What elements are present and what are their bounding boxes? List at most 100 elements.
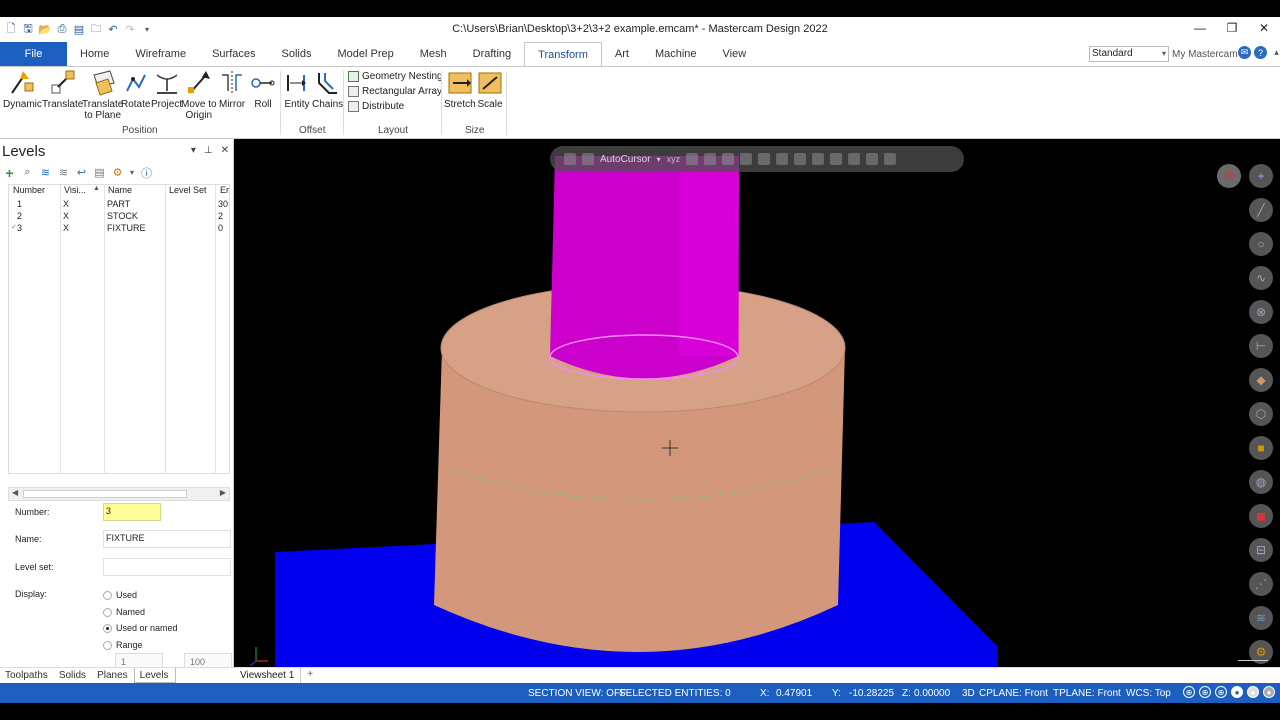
column-header-visible[interactable]: Visi... bbox=[64, 185, 86, 195]
circle-icon[interactable]: ○ bbox=[1249, 232, 1273, 256]
select-solid-icon[interactable] bbox=[740, 153, 753, 165]
select-pointer-icon[interactable] bbox=[686, 153, 699, 165]
point-icon[interactable]: ⊗ bbox=[1249, 300, 1273, 324]
add-viewsheet-button[interactable]: + bbox=[301, 668, 319, 683]
table-horizontal-scrollbar[interactable]: ◀ ▶ bbox=[8, 487, 230, 501]
chevron-down-icon[interactable]: ▾ bbox=[657, 155, 661, 164]
scroll-right-icon[interactable]: ▶ bbox=[220, 488, 226, 497]
tab-solids[interactable]: Solids bbox=[54, 668, 92, 683]
geometry-nesting-button[interactable]: Geometry Nesting bbox=[348, 71, 443, 82]
roll-button[interactable]: Roll bbox=[250, 69, 276, 110]
add-level-icon[interactable]: + bbox=[3, 165, 16, 181]
column-header-level-set[interactable]: Level Set bbox=[169, 185, 207, 195]
distribute-button[interactable]: Distribute bbox=[348, 101, 404, 112]
dimension-icon[interactable]: ⊢ bbox=[1249, 334, 1273, 358]
tab-levels[interactable]: Levels bbox=[133, 668, 176, 683]
unselect-icon[interactable] bbox=[866, 153, 879, 165]
tab-surfaces[interactable]: Surfaces bbox=[199, 42, 268, 66]
surface-icon[interactable]: ◆ bbox=[1249, 368, 1273, 392]
column-header-number[interactable]: Number bbox=[13, 185, 45, 195]
tab-model-prep[interactable]: Model Prep bbox=[324, 42, 406, 66]
pin-icon[interactable]: ⊥ bbox=[204, 145, 213, 156]
layers-visible-icon[interactable]: ≋ bbox=[57, 166, 70, 179]
help-icon[interactable]: ⓘ bbox=[140, 166, 153, 180]
section-view-status[interactable]: SECTION VIEW: OFF bbox=[528, 688, 626, 699]
layers-icon[interactable]: ≋ bbox=[39, 166, 52, 179]
settings-chevron-down-icon[interactable]: ▾ bbox=[129, 166, 135, 179]
dynamic-button[interactable]: Dynamic bbox=[3, 69, 42, 110]
feedback-icon[interactable]: ✉ bbox=[1238, 46, 1251, 59]
autocursor-dropdown[interactable]: AutoCursor bbox=[600, 154, 651, 165]
xyz-button[interactable]: xyz bbox=[667, 154, 681, 164]
mirror-button[interactable]: Mirror bbox=[219, 69, 245, 110]
globe-icon[interactable]: ⊕ bbox=[1183, 686, 1195, 698]
panel-dropdown-icon[interactable]: ▾ bbox=[191, 145, 196, 156]
tab-file[interactable]: File bbox=[0, 42, 67, 66]
my-mastercam-link[interactable]: My Mastercam bbox=[1172, 49, 1238, 60]
display-option-range[interactable]: Range bbox=[103, 640, 143, 650]
minimize-button[interactable]: — bbox=[1184, 17, 1216, 39]
tab-home[interactable]: Home bbox=[67, 42, 122, 66]
radio-range[interactable] bbox=[103, 640, 112, 650]
scrollbar-thumb[interactable] bbox=[23, 490, 187, 498]
tab-solids[interactable]: Solids bbox=[269, 42, 325, 66]
tplane-status[interactable]: TPLANE: Front bbox=[1053, 688, 1121, 699]
column-header-name[interactable]: Name bbox=[108, 185, 132, 195]
name-field[interactable]: FIXTURE bbox=[103, 530, 231, 548]
select-window-icon[interactable] bbox=[722, 153, 735, 165]
list-icon[interactable]: ▤ bbox=[93, 166, 106, 179]
select-face-icon[interactable] bbox=[758, 153, 771, 165]
wcs-status[interactable]: WCS: Top bbox=[1126, 688, 1171, 699]
select-only-icon[interactable] bbox=[830, 153, 843, 165]
scroll-left-icon[interactable]: ◀ bbox=[12, 488, 18, 497]
line-icon[interactable]: ╱ bbox=[1249, 198, 1273, 222]
column-header-entities[interactable]: Er bbox=[220, 185, 229, 195]
select-body-icon[interactable] bbox=[794, 153, 807, 165]
globe-icon[interactable]: ⊕ bbox=[1199, 686, 1211, 698]
globe-icon[interactable]: ⊕ bbox=[1215, 686, 1227, 698]
autocursor-icon[interactable] bbox=[582, 153, 594, 165]
open-folder-icon[interactable]: 🗀 bbox=[89, 22, 103, 36]
settings-gear-icon[interactable]: ⚙ bbox=[111, 166, 124, 179]
tab-art[interactable]: Art bbox=[602, 42, 642, 66]
tab-planes[interactable]: Planes bbox=[92, 668, 134, 683]
undo-icon[interactable]: ↶ bbox=[106, 22, 120, 36]
save-icon[interactable]: 🖫 bbox=[21, 22, 35, 36]
rectangular-array-button[interactable]: Rectangular Array bbox=[348, 86, 442, 97]
table-row[interactable]: 1 X PART 30 bbox=[9, 199, 229, 211]
close-panel-icon[interactable]: ✕ bbox=[221, 145, 229, 156]
shade-icon[interactable]: ● bbox=[1247, 686, 1259, 698]
graphics-viewport[interactable]: AutoCursor ▾ xyz ⊘ + ╱ ○ ∿ ⊗ ⊢ ◆ ⬡ ■ ◍ ◼… bbox=[234, 139, 1280, 667]
translate-to-plane-button[interactable]: Translate to Plane bbox=[82, 69, 123, 121]
box-icon[interactable]: ■ bbox=[1249, 436, 1273, 460]
redo-icon[interactable]: ↷ bbox=[123, 22, 137, 36]
select-edge-icon[interactable] bbox=[776, 153, 789, 165]
spline-icon[interactable]: ∿ bbox=[1249, 266, 1273, 290]
verify-selection-icon[interactable] bbox=[848, 153, 861, 165]
help-icon[interactable]: ? bbox=[1254, 46, 1267, 59]
rotate-button[interactable]: Rotate bbox=[121, 69, 150, 110]
offset-chains-button[interactable]: Chains bbox=[312, 69, 343, 110]
tab-transform[interactable]: Transform bbox=[524, 42, 602, 66]
radio-named[interactable] bbox=[103, 607, 112, 617]
levels-icon[interactable]: ≋ bbox=[1249, 606, 1273, 630]
shade-icon[interactable]: ● bbox=[1231, 686, 1243, 698]
tab-toolpaths[interactable]: Toolpaths bbox=[0, 668, 54, 683]
new-file-icon[interactable]: 🗋 bbox=[4, 22, 18, 36]
undo-level-icon[interactable]: ↩ bbox=[75, 166, 88, 179]
tab-machine[interactable]: Machine bbox=[642, 42, 710, 66]
find-icon[interactable]: ⌕ bbox=[21, 166, 34, 179]
tab-mesh[interactable]: Mesh bbox=[407, 42, 460, 66]
solid-icon[interactable]: ⬡ bbox=[1249, 402, 1273, 426]
stretch-button[interactable]: Stretch bbox=[444, 69, 476, 110]
display-option-named[interactable]: Named bbox=[103, 607, 145, 617]
close-button[interactable]: ✕ bbox=[1248, 17, 1280, 39]
scale-button[interactable]: Scale bbox=[477, 69, 503, 110]
table-row[interactable]: 2 X STOCK 2 bbox=[9, 211, 229, 223]
tab-wireframe[interactable]: Wireframe bbox=[122, 42, 199, 66]
maximize-button[interactable]: ❐ bbox=[1216, 17, 1248, 39]
project-button[interactable]: Project bbox=[151, 69, 182, 110]
translate-button[interactable]: Translate bbox=[42, 69, 83, 110]
number-field[interactable]: 3 bbox=[103, 503, 161, 521]
viewsheet-tab[interactable]: Viewsheet 1 bbox=[234, 668, 302, 683]
